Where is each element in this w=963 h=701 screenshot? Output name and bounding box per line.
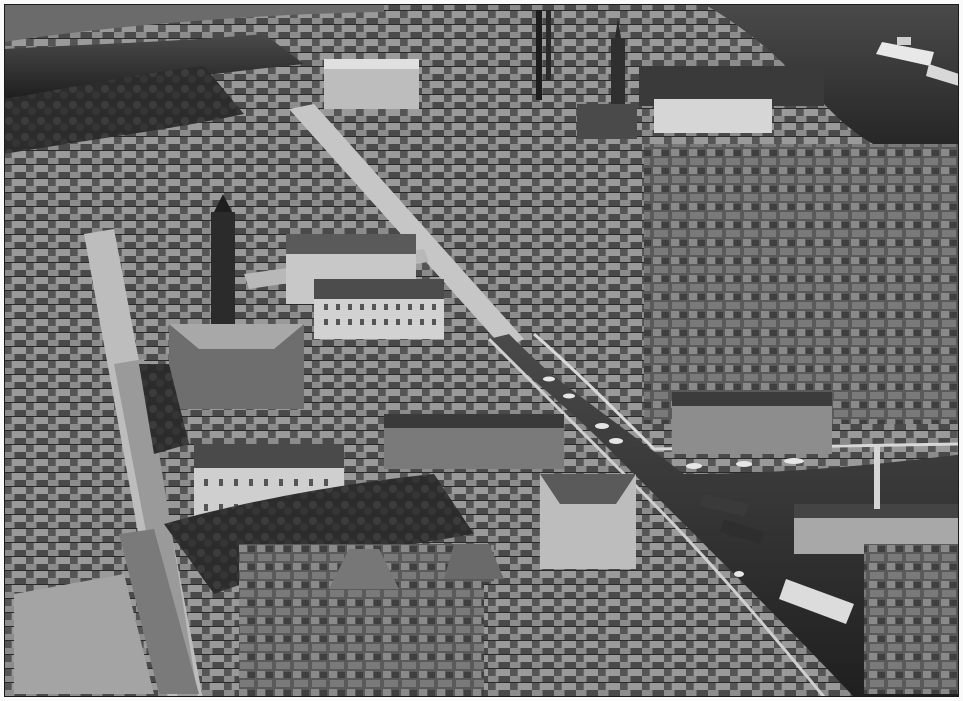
photo-frame (0, 0, 963, 701)
aerial-city-photo (4, 4, 959, 697)
